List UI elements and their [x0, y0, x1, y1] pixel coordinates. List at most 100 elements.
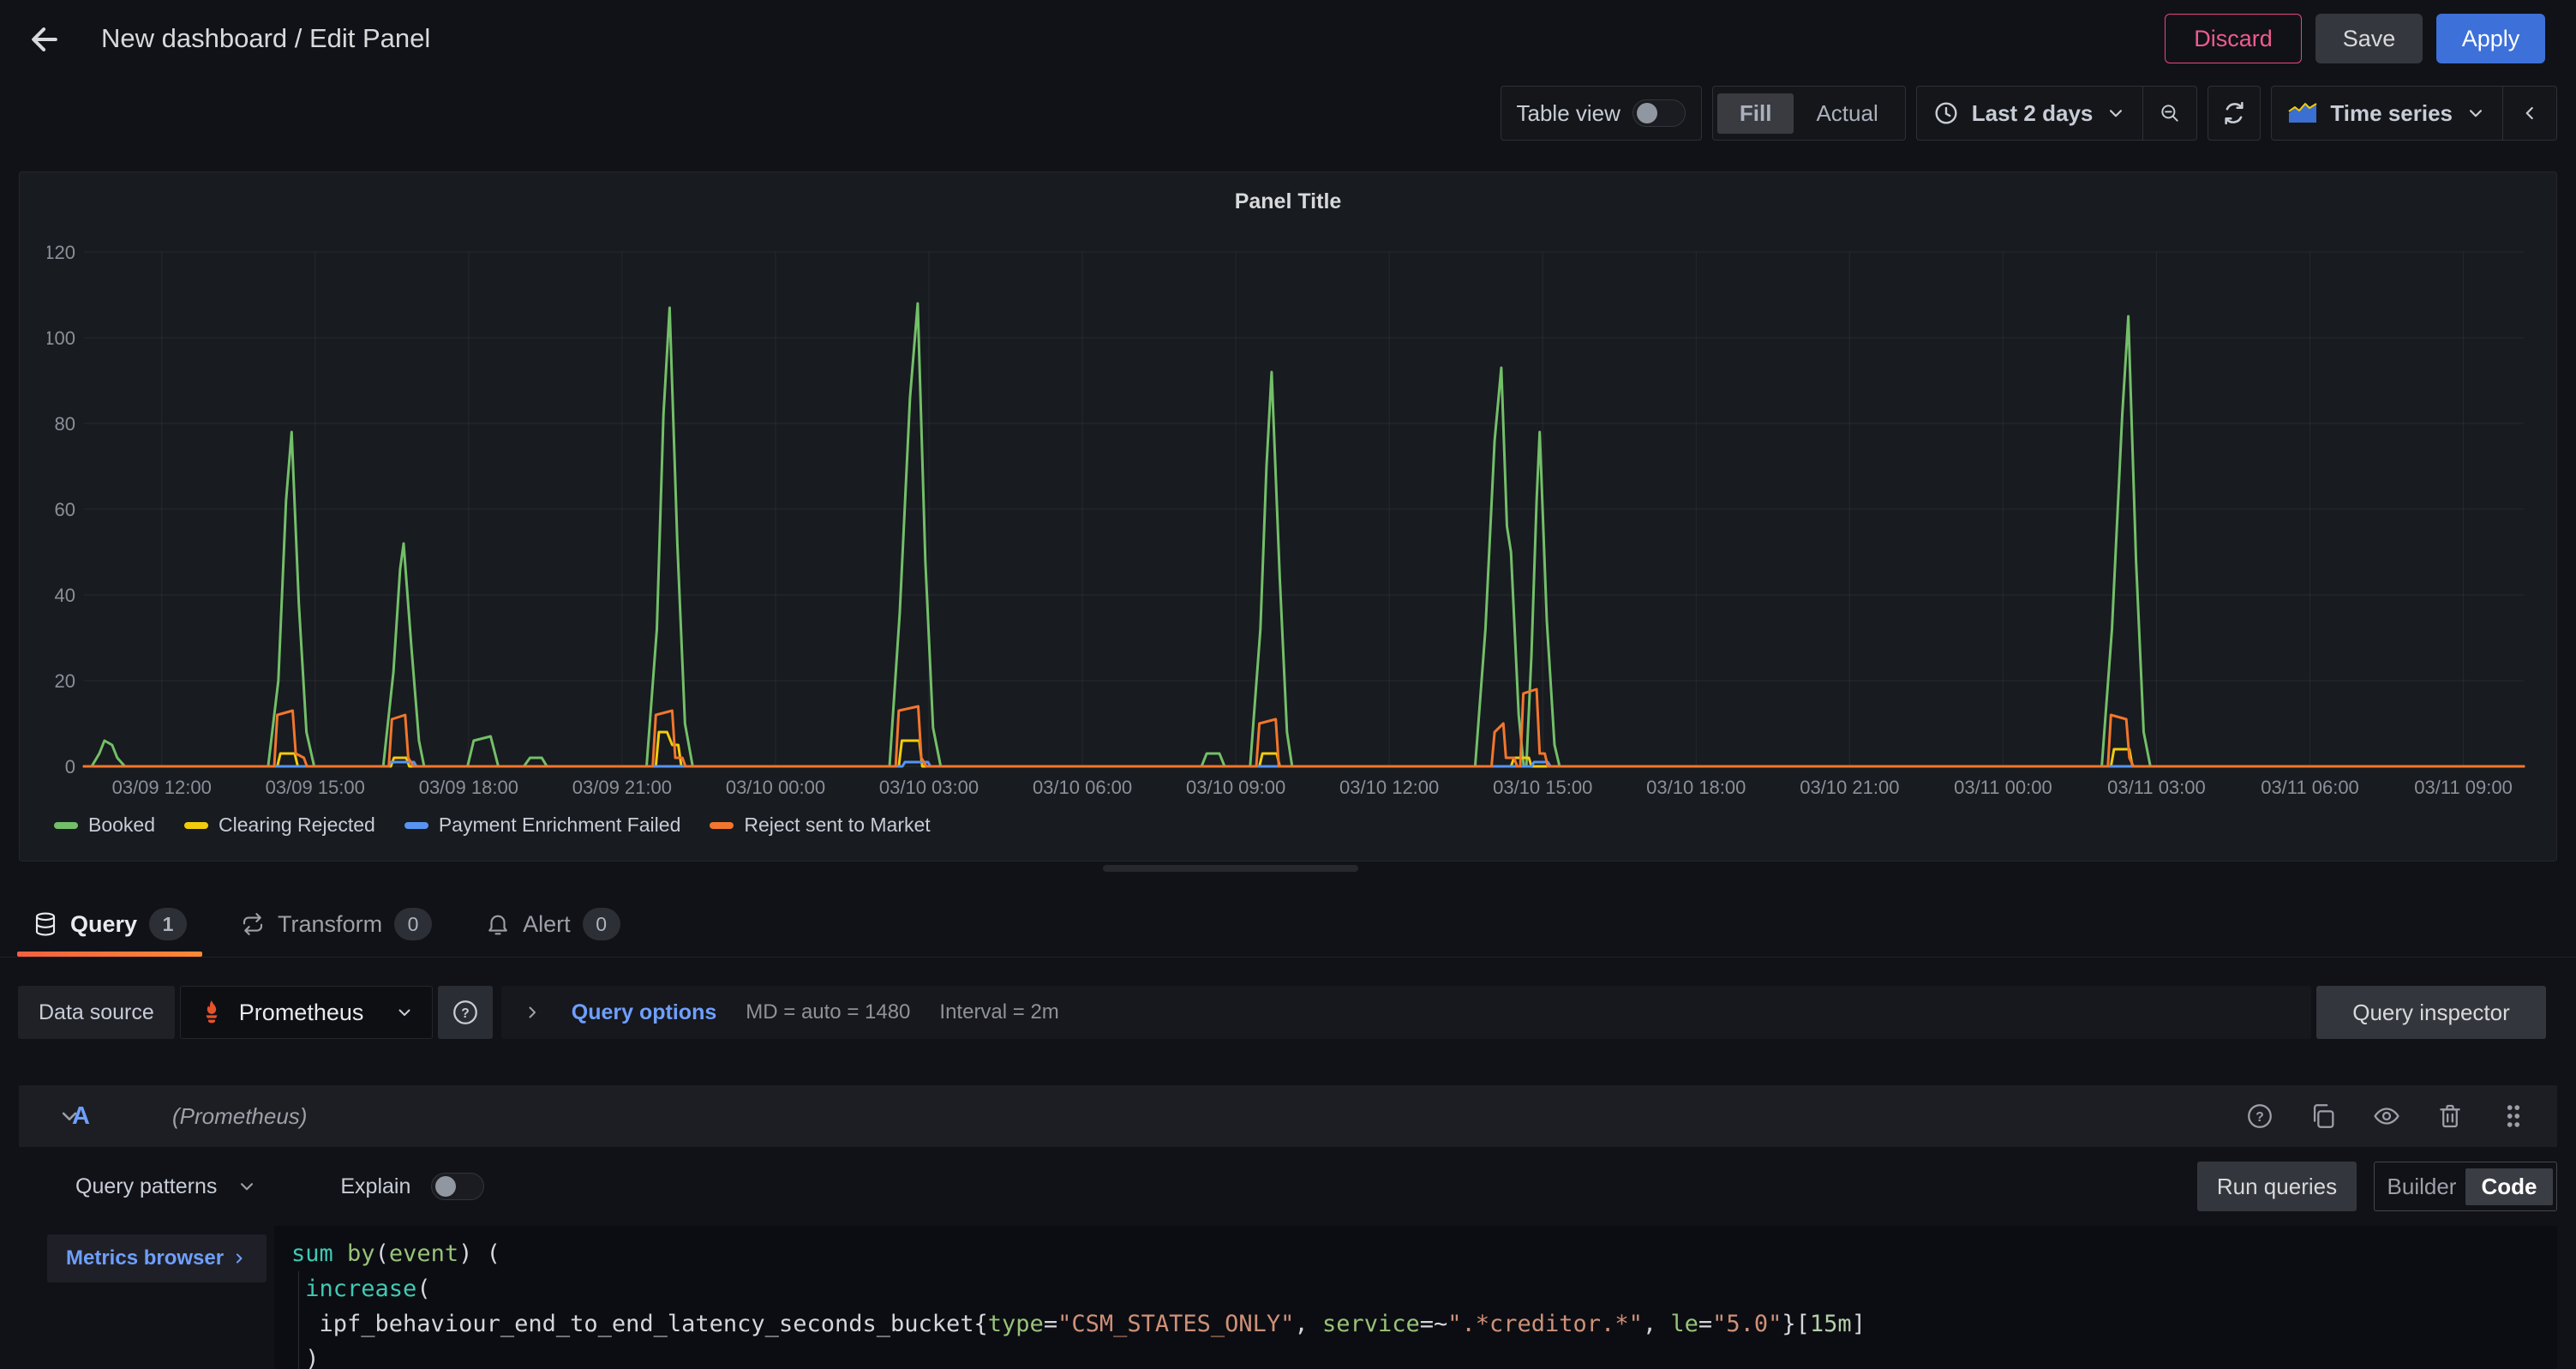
- legend-label: Payment Enrichment Failed: [439, 814, 681, 837]
- fill-actual-segmented: Fill Actual: [1712, 86, 1906, 141]
- query-options-bar[interactable]: Query options MD = auto = 1480 Interval …: [501, 986, 2311, 1039]
- arrow-left-icon: [26, 21, 63, 58]
- x-axis-tick: 03/11 00:00: [1954, 777, 2052, 798]
- y-axis-tick: 120: [47, 242, 75, 263]
- y-axis-tick: 80: [55, 413, 75, 435]
- x-axis-tick: 03/10 21:00: [1800, 777, 1899, 798]
- table-view-toggle[interactable]: [1632, 99, 1686, 127]
- explain-toggle[interactable]: [431, 1173, 484, 1200]
- x-axis-tick: 03/10 03:00: [879, 777, 979, 798]
- legend-label: Reject sent to Market: [744, 814, 930, 837]
- chevron-right-icon: [522, 1002, 542, 1023]
- x-axis-tick: 03/11 09:00: [2414, 777, 2513, 798]
- editor-tabs: Query 1 Transform 0 Alert 0: [17, 892, 636, 957]
- promql-code[interactable]: sum by(event) ( increase( ipf_behaviour_…: [291, 1236, 1866, 1369]
- legend-item-payment-enrichment-failed[interactable]: Payment Enrichment Failed: [404, 814, 681, 837]
- metrics-browser-label: Metrics browser: [66, 1246, 224, 1270]
- tab-alert-badge: 0: [583, 908, 620, 940]
- panel-toolbar: Table view Fill Actual Last 2 days: [1501, 86, 2558, 141]
- legend-label: Clearing Rejected: [219, 814, 375, 837]
- zoom-out-button[interactable]: [2143, 87, 2196, 140]
- tab-query-label: Query: [70, 911, 137, 938]
- pane-resize-handle[interactable]: [1103, 865, 1358, 872]
- x-axis-tick: 03/09 21:00: [572, 777, 672, 798]
- max-data-points-value: MD = auto = 1480: [746, 1000, 910, 1024]
- chevron-down-icon[interactable]: [57, 1103, 82, 1129]
- promql-code-editor[interactable]: sum by(event) ( increase( ipf_behaviour_…: [274, 1226, 2557, 1369]
- run-queries-button[interactable]: Run queries: [2197, 1162, 2357, 1211]
- code-line: sum by(event) (: [291, 1236, 1866, 1271]
- legend-swatch: [404, 822, 428, 829]
- table-view-control: Table view: [1501, 86, 1702, 141]
- chart-legend: Booked Clearing Rejected Payment Enrichmen…: [54, 814, 931, 837]
- save-button[interactable]: Save: [2315, 14, 2423, 63]
- tab-query-badge: 1: [149, 908, 187, 940]
- refresh-button[interactable]: [2208, 86, 2261, 141]
- legend-item-booked[interactable]: Booked: [54, 814, 155, 837]
- chevron-left-icon: [2519, 101, 2541, 125]
- tab-alert[interactable]: Alert 0: [470, 892, 636, 957]
- legend-swatch: [54, 822, 78, 829]
- refresh-icon: [2220, 99, 2249, 128]
- x-axis-tick: 03/09 18:00: [419, 777, 518, 798]
- actual-option[interactable]: Actual: [1794, 93, 1900, 134]
- x-axis-tick: 03/10 18:00: [1646, 777, 1746, 798]
- metrics-browser-button[interactable]: Metrics browser: [47, 1234, 267, 1282]
- tab-transform[interactable]: Transform 0: [225, 892, 447, 957]
- eye-icon[interactable]: [2372, 1102, 2401, 1131]
- y-axis-tick: 20: [55, 670, 75, 692]
- query-inspector-button[interactable]: Query inspector: [2316, 986, 2546, 1039]
- query-a-header[interactable]: A (Prometheus) ?: [19, 1085, 2557, 1147]
- discard-button[interactable]: Discard: [2165, 14, 2302, 63]
- viz-type-picker[interactable]: Time series: [2272, 87, 2502, 140]
- tabs-divider: [0, 957, 2576, 958]
- legend-swatch: [710, 822, 734, 829]
- chevron-right-icon: [231, 1250, 248, 1267]
- x-axis-tick: 03/09 12:00: [112, 777, 212, 798]
- chevron-down-icon: [2465, 102, 2487, 124]
- builder-option[interactable]: Builder: [2378, 1168, 2465, 1205]
- query-datasource-name: (Prometheus): [172, 1103, 308, 1130]
- x-axis-tick: 03/10 12:00: [1339, 777, 1439, 798]
- apply-button[interactable]: Apply: [2436, 14, 2545, 63]
- y-axis-tick: 0: [65, 756, 75, 778]
- help-circle-icon[interactable]: ?: [2245, 1102, 2274, 1131]
- grafana-edit-panel-screen: New dashboard / Edit Panel Discard Save …: [0, 0, 2576, 1369]
- legend-label: Booked: [88, 814, 155, 837]
- tab-query[interactable]: Query 1: [17, 892, 202, 957]
- legend-item-reject-sent-to-market[interactable]: Reject sent to Market: [710, 814, 930, 837]
- time-series-chart[interactable]: 02040608010012003/09 12:0003/09 15:0003/…: [47, 232, 2549, 824]
- time-range-picker[interactable]: Last 2 days: [1917, 87, 2143, 140]
- code-option[interactable]: Code: [2465, 1168, 2553, 1205]
- chevron-down-icon[interactable]: [236, 1175, 258, 1198]
- panel-preview: Panel Title 02040608010012003/09 12:0003…: [19, 171, 2557, 862]
- tab-transform-badge: 0: [394, 908, 432, 940]
- bell-icon: [485, 911, 511, 937]
- collapse-options-button[interactable]: [2503, 87, 2556, 140]
- chevron-down-icon: [394, 1002, 415, 1023]
- query-options-link[interactable]: Query options: [572, 1000, 716, 1025]
- drag-handle-icon[interactable]: [2499, 1102, 2528, 1131]
- table-view-label: Table view: [1517, 100, 1620, 127]
- viz-type-label: Time series: [2330, 100, 2453, 127]
- datasource-help-button[interactable]: ?: [438, 986, 493, 1039]
- y-axis-tick: 100: [47, 327, 75, 349]
- legend-swatch: [184, 822, 208, 829]
- chevron-down-icon: [2105, 102, 2127, 124]
- time-series-viz-icon: [2287, 101, 2318, 125]
- database-icon: [33, 911, 58, 937]
- header-actions: Discard Save Apply: [2165, 14, 2545, 63]
- query-patterns-dropdown[interactable]: Query patterns: [75, 1174, 217, 1199]
- duplicate-icon[interactable]: [2309, 1102, 2338, 1131]
- panel-title: Panel Title: [20, 189, 2556, 214]
- fill-option[interactable]: Fill: [1717, 93, 1794, 134]
- x-axis-tick: 03/10 00:00: [726, 777, 825, 798]
- back-button[interactable]: [26, 21, 63, 58]
- legend-item-clearing-rejected[interactable]: Clearing Rejected: [184, 814, 375, 837]
- time-range-control: Last 2 days: [1916, 86, 2198, 141]
- code-line: ): [291, 1342, 1866, 1369]
- datasource-row: Data source Prometheus ? Query options: [18, 986, 2311, 1039]
- trash-icon[interactable]: [2435, 1102, 2465, 1131]
- x-axis-tick: 03/10 06:00: [1033, 777, 1132, 798]
- datasource-picker[interactable]: Prometheus: [180, 986, 433, 1039]
